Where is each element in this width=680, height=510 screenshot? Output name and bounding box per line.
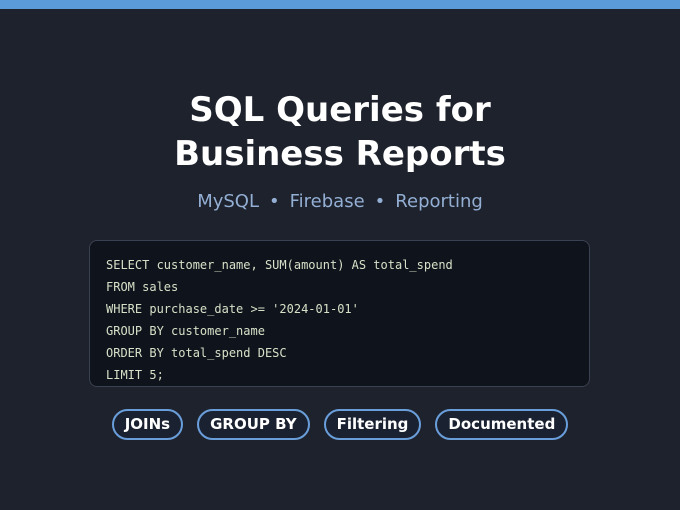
code-line: GROUP BY customer_name [106, 324, 265, 338]
tag-documented: Documented [435, 409, 569, 440]
subtitle-separator: • [269, 191, 280, 212]
subtitle-item-reporting: Reporting [395, 191, 483, 212]
subtitle: MySQL • Firebase • Reporting [0, 190, 680, 214]
page-title-line-2: Business Reports [174, 134, 506, 174]
sql-code-block: SELECT customer_name, SUM(amount) AS tot… [89, 240, 590, 387]
subtitle-separator: • [374, 191, 386, 212]
code-line: SELECT customer_name, SUM(amount) AS tot… [106, 258, 453, 272]
subtitle-item-firebase: Firebase [289, 191, 365, 212]
tag-filtering: Filtering [323, 409, 422, 440]
subtitle-item-mysql: MySQL [197, 191, 259, 212]
tag-group-by: GROUP BY [197, 409, 310, 440]
tag-joins: JOINs [111, 409, 184, 440]
code-line: FROM sales [106, 280, 179, 294]
tag-list: JOINs GROUP BY Filtering Documented [0, 409, 680, 440]
code-line: LIMIT 5; [106, 368, 164, 382]
top-accent-bar [0, 0, 680, 9]
code-line: ORDER BY total_spend DESC [106, 346, 287, 360]
page-title-line-1: SQL Queries for [189, 90, 491, 130]
code-line: WHERE purchase_date >= '2024-01-01' [106, 302, 359, 316]
page-title: SQL Queries for Business Reports [0, 88, 680, 176]
